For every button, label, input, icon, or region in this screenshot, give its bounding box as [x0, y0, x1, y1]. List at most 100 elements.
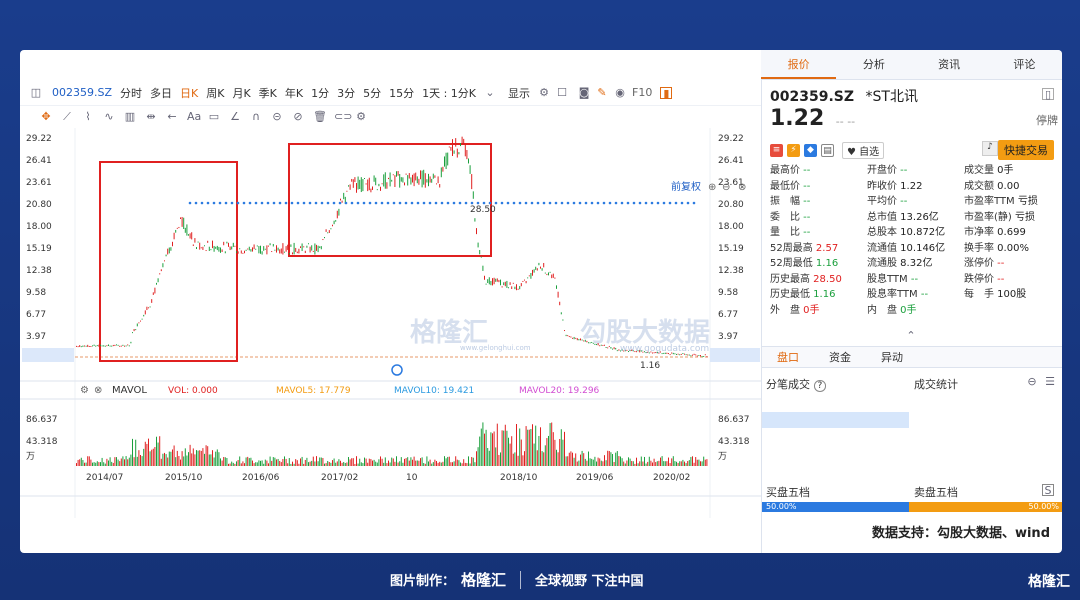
subtab-zijin[interactable]: 资金: [814, 347, 866, 367]
zoom-out-icon[interactable]: ⊖: [722, 182, 730, 193]
link-icon[interactable]: ⊂⊃: [334, 111, 352, 123]
volume-bar: [197, 450, 199, 466]
candle: [328, 230, 330, 233]
volume-bar: [365, 458, 367, 466]
close-chart-icon[interactable]: ⊗: [738, 182, 746, 193]
candle: [90, 346, 92, 348]
volume-bar: [538, 435, 540, 466]
comment-tool-icon[interactable]: ▭: [208, 111, 220, 123]
volume-bar: [330, 462, 332, 466]
sidebar-toggle-icon[interactable]: ◫: [30, 86, 42, 99]
mavol-selector[interactable]: MAVOL: [112, 385, 147, 396]
period-quarter-k[interactable]: 季K: [259, 85, 277, 101]
indicator-settings-icon[interactable]: ⚙: [80, 385, 89, 396]
wave-tool-icon[interactable]: ∿: [103, 111, 115, 123]
s-icon[interactable]: S: [1042, 484, 1054, 497]
candle: [242, 252, 244, 254]
period-day-k[interactable]: 日K: [180, 85, 198, 101]
volume-bar: [383, 462, 385, 466]
checkbox-icon[interactable]: ☐: [556, 86, 568, 99]
line-tool-icon[interactable]: ⟋: [61, 111, 73, 123]
text-tool-icon[interactable]: Aa: [187, 111, 201, 123]
lock-icon[interactable]: ⊝: [271, 111, 283, 123]
scroll-handle-icon[interactable]: [391, 364, 403, 376]
candle: [114, 344, 116, 347]
tab-news[interactable]: 资讯: [912, 50, 987, 79]
eye-icon[interactable]: ◉: [614, 86, 626, 99]
period-15min[interactable]: 15分: [389, 85, 414, 101]
bar-tool-icon[interactable]: ▥: [124, 111, 136, 123]
camera-icon[interactable]: ◙: [578, 86, 590, 99]
volume-bar: [548, 435, 549, 466]
candle: [280, 248, 282, 254]
period-year-k[interactable]: 年K: [285, 85, 303, 101]
gear-icon[interactable]: ⚙: [538, 86, 550, 99]
max-price-label: 28.50: [470, 205, 496, 215]
volume-bar: [498, 454, 500, 466]
subtab-pankou[interactable]: 盘口: [762, 347, 814, 367]
volume-bar: [618, 456, 620, 466]
candle: [295, 247, 297, 252]
subtab-yidong[interactable]: 异动: [866, 347, 918, 367]
quick-trade-button[interactable]: 快捷交易: [998, 140, 1054, 160]
arrow-tool-icon[interactable]: ←: [166, 111, 178, 123]
hide-icon[interactable]: ⊘: [292, 111, 304, 123]
polyline-tool-icon[interactable]: ⌇: [82, 111, 94, 123]
volume-bar: [213, 457, 215, 466]
chevron-down-icon[interactable]: ⌄: [484, 86, 496, 99]
period-week-k[interactable]: 周K: [206, 85, 224, 101]
price-tick-right: 29.22: [718, 134, 744, 144]
trash-icon[interactable]: 🗑: [313, 111, 327, 123]
display-button[interactable]: 显示: [508, 85, 530, 101]
indicator-close-icon[interactable]: ⊗: [94, 385, 102, 396]
volume-bar: [148, 438, 149, 466]
candle: [568, 336, 570, 338]
candle: [436, 183, 437, 185]
collapse-chevron-icon[interactable]: ⌃: [905, 330, 917, 342]
list-icon[interactable]: ☰: [1044, 376, 1056, 388]
candle: [431, 178, 433, 183]
event-dot: [218, 201, 222, 205]
volume-bar: [266, 460, 268, 466]
add-watchlist-button[interactable]: ♥ 自选: [842, 142, 885, 159]
help-icon[interactable]: ?: [813, 380, 827, 392]
candle: [392, 174, 394, 176]
period-duori[interactable]: 多日: [150, 85, 172, 101]
alert-bell-icon[interactable]: ♪: [982, 141, 998, 156]
crosshair-icon[interactable]: ✥: [40, 111, 52, 123]
period-5min[interactable]: 5分: [363, 85, 381, 101]
more-icon[interactable]: ⊖: [1026, 376, 1038, 388]
tab-comments[interactable]: 评论: [987, 50, 1062, 79]
candle: [357, 176, 359, 190]
range-tool-icon[interactable]: ⇹: [145, 111, 157, 123]
settings-icon[interactable]: ⚙: [355, 111, 367, 123]
stock-code[interactable]: 002359.SZ: [52, 86, 112, 99]
volume-bar: [562, 439, 564, 466]
period-fenshi[interactable]: 分时: [120, 85, 142, 101]
period-1day-1min[interactable]: 1天 : 1分K: [422, 85, 476, 101]
price-tick-right: 20.80: [718, 200, 744, 210]
tab-analysis[interactable]: 分析: [836, 50, 911, 79]
candle: [418, 178, 420, 185]
volume-bar: [437, 462, 439, 466]
period-month-k[interactable]: 月K: [232, 85, 250, 101]
fuquan-button[interactable]: 前复权: [671, 180, 701, 193]
tab-quote[interactable]: 报价: [761, 50, 837, 79]
panel-toggle-icon[interactable]: ▮: [660, 86, 673, 99]
volume-bar: [136, 456, 138, 466]
expand-icon[interactable]: ▯: [1042, 88, 1054, 101]
event-dot: [638, 201, 642, 205]
period-3min[interactable]: 3分: [337, 85, 355, 101]
f10-button[interactable]: F10: [632, 86, 652, 99]
volume-bar: [688, 460, 690, 466]
magnet-icon[interactable]: ∩: [250, 111, 262, 123]
footer-logo: 格隆汇: [461, 571, 507, 589]
quote-value: --: [800, 227, 811, 238]
ruler-icon[interactable]: ∠: [229, 111, 241, 123]
candle: [239, 248, 241, 250]
candle: [375, 177, 377, 186]
zoom-in-icon[interactable]: ⊕: [708, 182, 716, 193]
period-1min[interactable]: 1分: [311, 85, 329, 101]
pencil-icon[interactable]: ✎: [596, 86, 608, 99]
volume-bar: [202, 448, 204, 466]
